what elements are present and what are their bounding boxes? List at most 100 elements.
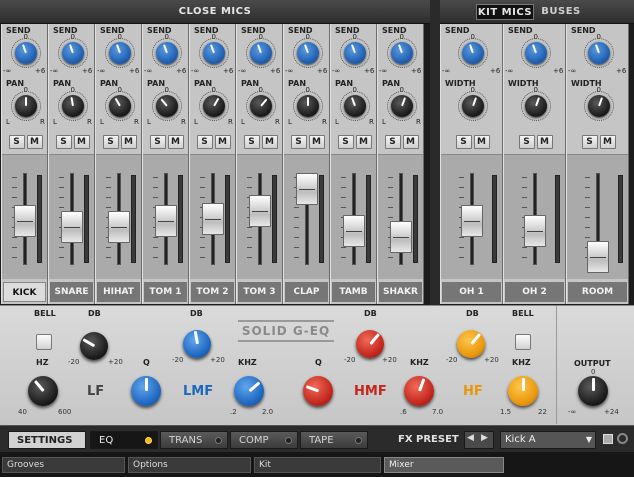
comp-tab[interactable]: COMP bbox=[230, 431, 298, 449]
fader-handle[interactable] bbox=[586, 241, 609, 273]
delete-icon[interactable] bbox=[617, 433, 628, 444]
mute-button[interactable]: M bbox=[402, 135, 419, 149]
solo-button[interactable]: S bbox=[102, 135, 119, 149]
solo-button[interactable]: S bbox=[8, 135, 25, 149]
send-knob[interactable] bbox=[524, 42, 547, 64]
channel-name[interactable]: TAMB bbox=[332, 282, 375, 302]
mute-button[interactable]: M bbox=[214, 135, 231, 149]
solo-button[interactable]: S bbox=[337, 135, 354, 149]
fader-handle[interactable] bbox=[154, 205, 177, 237]
solo-button[interactable]: S bbox=[149, 135, 166, 149]
send-knob[interactable] bbox=[343, 42, 366, 64]
send-knob[interactable] bbox=[296, 42, 319, 64]
eq-power-led[interactable] bbox=[145, 437, 152, 444]
send-knob[interactable] bbox=[249, 42, 272, 64]
mute-button[interactable]: M bbox=[473, 135, 490, 149]
channel-name[interactable]: CLAP bbox=[285, 282, 328, 302]
solo-button[interactable]: S bbox=[196, 135, 213, 149]
options-page-button[interactable]: Options bbox=[128, 457, 251, 473]
settings-tab[interactable]: SETTINGS bbox=[8, 431, 86, 449]
channel-name[interactable]: TOM 2 bbox=[191, 282, 234, 302]
send-knob[interactable] bbox=[390, 42, 413, 64]
lmf-gain-knob[interactable] bbox=[183, 330, 211, 358]
solo-button[interactable]: S bbox=[455, 135, 472, 149]
fader-handle[interactable] bbox=[295, 173, 318, 205]
hf-freq-knob[interactable] bbox=[508, 376, 538, 406]
mute-button[interactable]: M bbox=[355, 135, 372, 149]
channel-name[interactable]: OH 2 bbox=[505, 282, 564, 302]
send-knob[interactable] bbox=[155, 42, 178, 64]
fader-handle[interactable] bbox=[342, 215, 365, 247]
mixer-page-button[interactable]: Mixer bbox=[384, 457, 504, 473]
pan-knob[interactable] bbox=[343, 95, 366, 117]
eq-tab[interactable]: EQ bbox=[90, 431, 158, 449]
lf-freq-knob[interactable] bbox=[28, 376, 58, 406]
fader-handle[interactable] bbox=[523, 215, 546, 247]
lmf-q-knob[interactable] bbox=[131, 376, 161, 406]
solo-button[interactable]: S bbox=[290, 135, 307, 149]
channel-name[interactable]: SNARE bbox=[50, 282, 93, 302]
preset-prev-icon[interactable]: ◀ bbox=[467, 433, 474, 443]
channel-name[interactable]: ROOM bbox=[568, 282, 627, 302]
send-knob[interactable] bbox=[202, 42, 225, 64]
mute-button[interactable]: M bbox=[73, 135, 90, 149]
mute-button[interactable]: M bbox=[26, 135, 43, 149]
channel-name[interactable]: OH 1 bbox=[442, 282, 501, 302]
pan-knob[interactable] bbox=[390, 95, 413, 117]
channel-name[interactable]: KICK bbox=[3, 282, 46, 302]
tab-buses[interactable]: BUSES bbox=[536, 4, 586, 20]
mute-button[interactable]: M bbox=[536, 135, 553, 149]
trans-tab[interactable]: TRANS bbox=[160, 431, 228, 449]
lf-gain-knob[interactable] bbox=[80, 332, 108, 360]
fader-handle[interactable] bbox=[248, 195, 271, 227]
solo-button[interactable]: S bbox=[55, 135, 72, 149]
fader-handle[interactable] bbox=[201, 203, 224, 235]
preset-select[interactable]: Kick A ▼ bbox=[500, 431, 596, 449]
tab-kit-mics[interactable]: KIT MICS bbox=[476, 4, 534, 20]
hf-gain-knob[interactable] bbox=[457, 330, 485, 358]
preset-next-icon[interactable]: ▶ bbox=[481, 433, 488, 443]
send-knob[interactable] bbox=[14, 42, 37, 64]
pan-knob[interactable] bbox=[155, 95, 178, 117]
solo-button[interactable]: S bbox=[243, 135, 260, 149]
hmf-freq-knob[interactable] bbox=[404, 376, 434, 406]
kit-page-button[interactable]: Kit bbox=[254, 457, 381, 473]
channel-name[interactable]: HIHAT bbox=[97, 282, 140, 302]
pan-knob[interactable] bbox=[296, 95, 319, 117]
output-knob[interactable] bbox=[578, 376, 608, 406]
mute-button[interactable]: M bbox=[599, 135, 616, 149]
mute-button[interactable]: M bbox=[308, 135, 325, 149]
hmf-gain-knob[interactable] bbox=[356, 330, 384, 358]
lmf-freq-knob[interactable] bbox=[234, 376, 264, 406]
mute-button[interactable]: M bbox=[261, 135, 278, 149]
trans-power-led[interactable] bbox=[215, 437, 222, 444]
lf-bell-button[interactable] bbox=[36, 334, 52, 350]
fader-handle[interactable] bbox=[389, 221, 412, 253]
send-knob[interactable] bbox=[108, 42, 131, 64]
width-knob[interactable] bbox=[587, 95, 610, 117]
comp-power-led[interactable] bbox=[285, 437, 292, 444]
channel-name[interactable]: TOM 3 bbox=[238, 282, 281, 302]
hmf-q-knob[interactable] bbox=[303, 376, 333, 406]
pan-knob[interactable] bbox=[14, 95, 37, 117]
tape-power-led[interactable] bbox=[355, 437, 362, 444]
tape-tab[interactable]: TAPE bbox=[300, 431, 368, 449]
send-knob[interactable] bbox=[61, 42, 84, 64]
solo-button[interactable]: S bbox=[518, 135, 535, 149]
fader-handle[interactable] bbox=[107, 211, 130, 243]
pan-knob[interactable] bbox=[108, 95, 131, 117]
pan-knob[interactable] bbox=[249, 95, 272, 117]
fader-handle[interactable] bbox=[13, 205, 36, 237]
solo-button[interactable]: S bbox=[581, 135, 598, 149]
width-knob[interactable] bbox=[461, 95, 484, 117]
pan-knob[interactable] bbox=[61, 95, 84, 117]
send-knob[interactable] bbox=[587, 42, 610, 64]
solo-button[interactable]: S bbox=[384, 135, 401, 149]
hf-bell-button[interactable] bbox=[515, 334, 531, 350]
mute-button[interactable]: M bbox=[167, 135, 184, 149]
channel-name[interactable]: TOM 1 bbox=[144, 282, 187, 302]
save-icon[interactable] bbox=[603, 434, 613, 444]
send-knob[interactable] bbox=[461, 42, 484, 64]
grooves-page-button[interactable]: Grooves bbox=[2, 457, 125, 473]
fader-handle[interactable] bbox=[60, 211, 83, 243]
